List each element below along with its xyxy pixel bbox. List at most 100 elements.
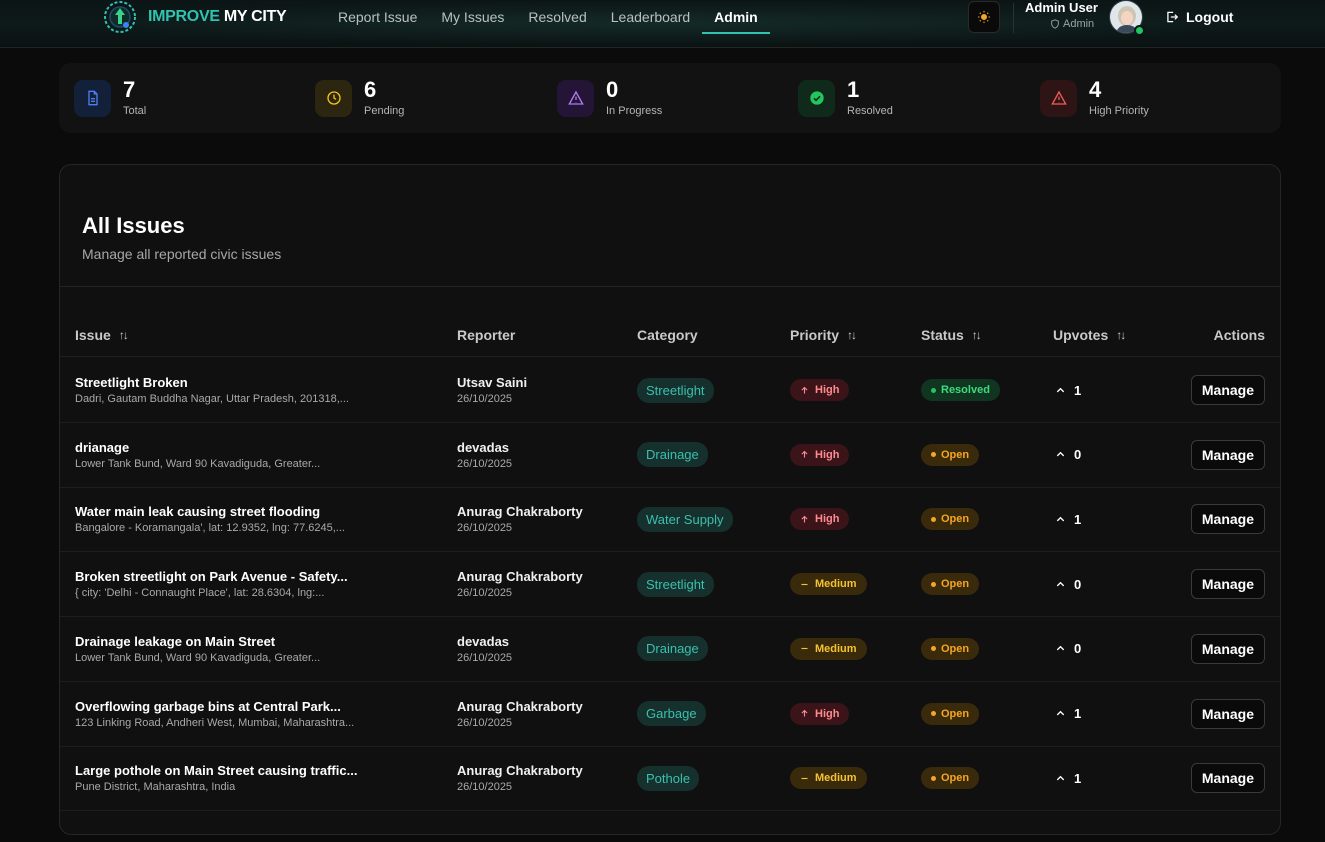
issue-title[interactable]: Water main leak causing street flooding <box>75 504 445 519</box>
nav-resolved[interactable]: Resolved <box>516 0 598 34</box>
issue-cell: Large pothole on Main Street causing tra… <box>75 746 445 810</box>
status-badge: Open <box>921 767 980 790</box>
priority-label: Medium <box>815 642 857 655</box>
issue-title[interactable]: Streetlight Broken <box>75 375 445 390</box>
issue-location: { city: 'Delhi - Connaught Place', lat: … <box>75 587 325 600</box>
issue-title[interactable]: Drainage leakage on Main Street <box>75 634 445 649</box>
issue-cell: Drainage leakage on Main Street Lower Tan… <box>75 617 445 681</box>
upvote-count: 1 <box>1074 770 1082 786</box>
reporter-cell: devadas 26/10/2025 <box>457 423 627 487</box>
priority-label: Medium <box>815 578 857 591</box>
stat-total: 7 Total <box>74 63 146 133</box>
stat-pending: 6 Pending <box>315 63 404 133</box>
column-upvotes[interactable]: Upvotes ↑↓ <box>1053 317 1126 353</box>
chevron-up-icon <box>1056 516 1065 522</box>
sort-icon[interactable]: ↑↓ <box>972 328 982 342</box>
priority-cell: Medium <box>790 552 867 616</box>
reporter-name: Anurag Chakraborty <box>457 569 583 585</box>
category-cell: Drainage <box>637 423 708 487</box>
stat-resolved-label: Resolved <box>847 105 893 117</box>
page-subtitle: Manage all reported civic issues <box>82 246 282 262</box>
issue-title[interactable]: Broken streetlight on Park Avenue - Safe… <box>75 569 445 584</box>
upvote-button[interactable]: 1 <box>1055 383 1081 398</box>
sort-icon[interactable]: ↑↓ <box>847 328 857 342</box>
upvote-count: 1 <box>1074 511 1082 527</box>
stat-high-priority-value: 4 <box>1089 77 1102 102</box>
priority-cell: High <box>790 358 850 422</box>
table-row[interactable]: drianage Lower Tank Bund, Ward 90 Kavadig… <box>60 423 1280 488</box>
issue-title[interactable]: Large pothole on Main Street causing tra… <box>75 763 445 778</box>
table-row[interactable]: Broken streetlight on Park Avenue - Safe… <box>60 552 1280 618</box>
status-label: Open <box>941 448 970 461</box>
stat-resolved: 1 Resolved <box>798 63 893 133</box>
minus-icon <box>801 648 808 650</box>
column-status-label: Status <box>921 327 964 343</box>
nav-admin[interactable]: Admin <box>702 0 770 34</box>
issue-title[interactable]: Overflowing garbage bins at Central Park… <box>75 699 445 714</box>
issue-location: Pune District, Maharashtra, India <box>75 781 236 794</box>
manage-button[interactable]: Manage <box>1190 375 1265 405</box>
theme-toggle-button[interactable] <box>968 1 1000 33</box>
issue-cell: Broken streetlight on Park Avenue - Safe… <box>75 552 445 616</box>
category-cell: Streetlight <box>637 552 714 616</box>
card-divider <box>60 286 1280 287</box>
alert-triangle-icon <box>1050 90 1067 105</box>
upvotes-cell: 1 <box>1055 358 1081 422</box>
reporter-cell: Anurag Chakraborty 26/10/2025 <box>457 487 627 551</box>
status-label: Resolved <box>941 384 990 396</box>
priority-badge: High <box>790 508 850 531</box>
status-badge: Resolved <box>921 379 1000 401</box>
reporter-name: Anurag Chakraborty <box>457 504 583 520</box>
manage-button[interactable]: Manage <box>1190 504 1265 535</box>
nav-report-issue[interactable]: Report Issue <box>326 0 429 34</box>
table-row[interactable]: Water main leak causing street flooding B… <box>60 487 1280 553</box>
nav-leaderboard[interactable]: Leaderboard <box>599 0 702 34</box>
upvotes-cell: 1 <box>1055 487 1081 551</box>
upvote-count: 1 <box>1074 382 1082 398</box>
manage-button[interactable]: Manage <box>1190 439 1265 470</box>
status-label: Open <box>941 707 970 720</box>
stat-pending-value: 6 <box>364 77 377 102</box>
column-issue[interactable]: Issue ↑↓ <box>75 317 129 353</box>
priority-label: High <box>815 513 840 526</box>
column-priority[interactable]: Priority ↑↓ <box>790 317 857 353</box>
priority-badge: Medium <box>790 767 867 790</box>
status-label: Open <box>941 513 970 526</box>
upvote-button[interactable]: 1 <box>1055 706 1081 721</box>
upvote-button[interactable]: 1 <box>1055 512 1081 527</box>
top-navbar: IMPROVE MY CITY Report Issue My Issues R… <box>0 0 1325 48</box>
table-row[interactable]: Streetlight Broken Dadri, Gautam Buddha N… <box>60 358 1280 423</box>
stat-resolved-icon-box <box>798 79 835 117</box>
upvote-button[interactable]: 0 <box>1055 641 1081 656</box>
upvote-button[interactable]: 1 <box>1055 771 1081 786</box>
app-logo[interactable]: IMPROVE MY CITY <box>102 0 287 34</box>
priority-cell: Medium <box>790 746 867 810</box>
column-reporter-label: Reporter <box>457 327 516 343</box>
nav-my-issues[interactable]: My Issues <box>429 0 516 34</box>
issue-cell: Streetlight Broken Dadri, Gautam Buddha N… <box>75 358 445 422</box>
table-row[interactable]: Drainage leakage on Main Street Lower Tan… <box>60 617 1280 682</box>
table-row[interactable]: Large pothole on Main Street causing tra… <box>60 746 1280 812</box>
priority-label: Medium <box>815 772 857 785</box>
manage-button[interactable]: Manage <box>1190 698 1265 729</box>
upvote-button[interactable]: 0 <box>1055 447 1081 462</box>
logout-button[interactable]: Logout <box>1165 0 1233 34</box>
stat-high-priority-icon-box <box>1040 79 1077 117</box>
issue-title[interactable]: drianage <box>75 440 445 455</box>
priority-badge: High <box>790 702 850 725</box>
upvote-count: 0 <box>1074 641 1082 657</box>
manage-button[interactable]: Manage <box>1190 763 1265 794</box>
reporter-name: devadas <box>457 439 510 455</box>
category-badge: Garbage <box>637 701 706 726</box>
manage-button[interactable]: Manage <box>1190 633 1265 664</box>
manage-button[interactable]: Manage <box>1190 569 1265 600</box>
sort-icon[interactable]: ↑↓ <box>119 328 129 342</box>
upvote-button[interactable]: 0 <box>1055 577 1081 592</box>
sort-icon[interactable]: ↑↓ <box>1116 328 1126 342</box>
category-badge: Streetlight <box>637 377 714 403</box>
column-status[interactable]: Status ↑↓ <box>921 317 982 353</box>
table-row[interactable]: Overflowing garbage bins at Central Park… <box>60 682 1280 747</box>
stat-total-value: 7 <box>123 77 136 102</box>
user-role: Admin <box>1050 18 1094 30</box>
priority-label: High <box>815 448 840 461</box>
